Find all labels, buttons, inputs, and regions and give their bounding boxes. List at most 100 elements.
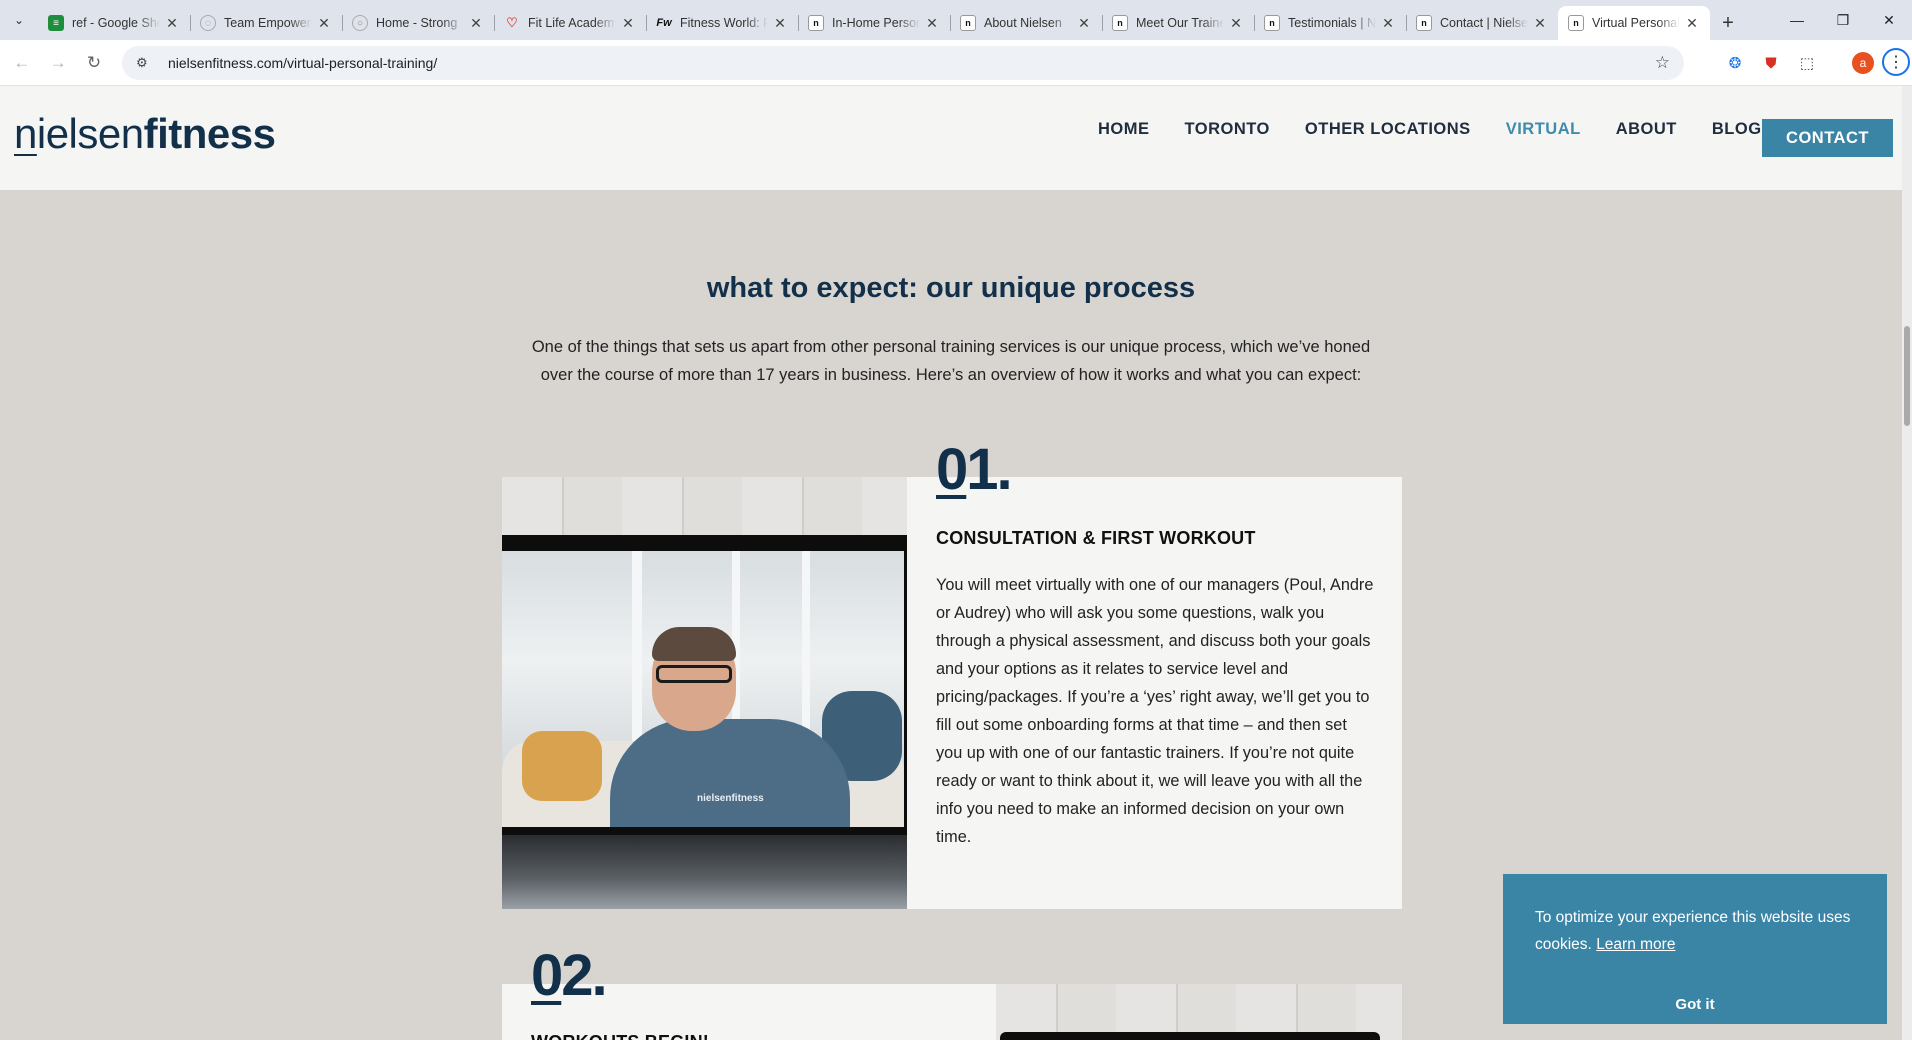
close-tab-icon[interactable]: ✕ — [772, 15, 788, 32]
step-2-number-digit-b: 2. — [561, 943, 607, 1008]
cookie-accept-button[interactable]: Got it — [1503, 996, 1887, 1013]
tab-title: Virtual Personal Training — [1592, 16, 1680, 30]
laptop-frame — [1000, 1032, 1380, 1040]
browser-tab[interactable]: n About Nielsen ✕ — [950, 6, 1102, 40]
n-icon: n — [960, 15, 976, 31]
step-1-number-digit-a: 0 — [936, 437, 968, 502]
close-tab-icon[interactable]: ✕ — [164, 15, 180, 32]
step-2-number-digit-a: 0 — [531, 943, 563, 1008]
section-intro: One of the things that sets us apart fro… — [531, 338, 1371, 384]
tab-title: Fitness World: Fitness — [680, 16, 768, 30]
step-2-heading: WORKOUTS BEGIN! — [531, 1032, 709, 1040]
tab-title: Team Empowerment — [224, 16, 312, 30]
step-1-number-digit-b: 1. — [966, 437, 1012, 502]
person-glasses — [656, 665, 732, 683]
browser-tab[interactable]: ≡ ref - Google Sheets ✕ — [38, 6, 190, 40]
bookmark-star-icon[interactable]: ☆ — [1655, 53, 1670, 73]
nav-about[interactable]: ABOUT — [1616, 120, 1677, 139]
browser-menu-icon[interactable]: ⋮ — [1882, 48, 1910, 76]
nav-other-locations[interactable]: OTHER LOCATIONS — [1305, 120, 1471, 139]
site-header: nielsenfitness HOME TORONTO OTHER LOCATI… — [0, 86, 1902, 190]
n-icon: n — [1112, 15, 1128, 31]
close-window-icon[interactable]: ✕ — [1866, 0, 1912, 40]
pillow-orange — [522, 731, 602, 801]
avatar-letter: a — [1852, 52, 1874, 74]
fw-icon: Fw — [656, 17, 672, 29]
step-1-photo: nielsenfitness — [502, 477, 907, 909]
cookie-message-text: To optimize your experience this website… — [1535, 909, 1851, 953]
laptop-screen: nielsenfitness — [502, 551, 904, 827]
scrollbar-thumb[interactable] — [1904, 326, 1910, 426]
tab-title: Contact | Nielsen — [1440, 16, 1528, 30]
window-controls: — ❐ ✕ — [1774, 0, 1912, 40]
browser-tab[interactable]: n Contact | Nielsen ✕ — [1406, 6, 1558, 40]
browser-tab[interactable]: ◌ Team Empowerment ✕ — [190, 6, 342, 40]
n-icon: n — [808, 15, 824, 31]
step-1-number: 01. — [936, 436, 1013, 503]
forward-arrow-icon[interactable]: → — [40, 45, 76, 81]
tab-search-chevron-icon[interactable]: ⌄ — [0, 0, 38, 40]
logo-part-1: n — [14, 110, 37, 157]
site-logo[interactable]: nielsenfitness — [14, 110, 276, 158]
browser-tab[interactable]: ♡ Fit Life Academy ✕ — [494, 6, 646, 40]
page-scrollbar[interactable] — [1902, 86, 1912, 1040]
close-tab-icon[interactable]: ✕ — [1684, 15, 1700, 32]
section-title: what to expect: our unique process — [706, 272, 1196, 304]
browser-tab[interactable]: n Virtual Personal Training ✕ — [1558, 6, 1710, 40]
close-tab-icon[interactable]: ✕ — [1380, 15, 1396, 32]
reload-icon[interactable]: ↻ — [76, 45, 112, 81]
shirt-logo-text: nielsenfitness — [697, 793, 764, 804]
browser-tab[interactable]: n Testimonials | Nielsen ✕ — [1254, 6, 1406, 40]
browser-tab[interactable]: Fw Fitness World: Fitness ✕ — [646, 6, 798, 40]
contact-button[interactable]: CONTACT — [1762, 119, 1893, 157]
tab-title: In-Home Personal — [832, 16, 920, 30]
n-icon: n — [1264, 15, 1280, 31]
step-1-heading: CONSULTATION & FIRST WORKOUT — [936, 528, 1256, 548]
extensions-puzzle-icon[interactable]: ⬚ — [1792, 48, 1822, 78]
tab-title: Fit Life Academy — [528, 16, 616, 30]
sheets-icon: ≡ — [48, 15, 64, 31]
close-tab-icon[interactable]: ✕ — [316, 15, 332, 32]
browser-tab[interactable]: n In-Home Personal ✕ — [798, 6, 950, 40]
tab-title: Testimonials | Nielsen — [1288, 16, 1376, 30]
address-bar[interactable]: ⚙ nielsenfitness.com/virtual-personal-tr… — [122, 46, 1684, 80]
nav-virtual[interactable]: VIRTUAL — [1506, 120, 1581, 139]
nav-blog[interactable]: BLOG — [1712, 120, 1762, 139]
close-tab-icon[interactable]: ✕ — [1228, 15, 1244, 32]
new-tab-button[interactable]: + — [1710, 6, 1746, 40]
close-tab-icon[interactable]: ✕ — [468, 15, 484, 32]
person-hair — [652, 627, 736, 661]
nav-toronto[interactable]: TORONTO — [1185, 120, 1270, 139]
minimize-icon[interactable]: — — [1774, 0, 1820, 40]
main-navigation: HOME TORONTO OTHER LOCATIONS VIRTUAL ABO… — [1098, 120, 1797, 139]
url-text[interactable]: nielsenfitness.com/virtual-personal-trai… — [168, 55, 437, 71]
close-tab-icon[interactable]: ✕ — [1532, 15, 1548, 32]
cookie-banner: To optimize your experience this website… — [1503, 874, 1887, 1024]
step-1-body: You will meet virtually with one of our … — [936, 576, 1374, 846]
step-2-number: 02. — [531, 942, 608, 1009]
heart-icon: ♡ — [506, 15, 518, 30]
logo-part-2: ielsen — [36, 110, 144, 157]
browser-toolbar: ← → ↻ ⚙ nielsenfitness.com/virtual-perso… — [0, 40, 1912, 86]
close-tab-icon[interactable]: ✕ — [620, 15, 636, 32]
extension-icon-blue[interactable]: ❂ — [1720, 48, 1750, 78]
close-tab-icon[interactable]: ✕ — [1076, 15, 1092, 32]
browser-tab-strip: ⌄ ≡ ref - Google Sheets ✕ ◌ Team Empowerment… — [0, 0, 1912, 40]
n-icon: n — [1568, 15, 1584, 31]
laptop-keyboard — [502, 835, 907, 909]
close-tab-icon[interactable]: ✕ — [924, 15, 940, 32]
browser-tab[interactable]: n Meet Our Trainers ✕ — [1102, 6, 1254, 40]
learn-more-link[interactable]: Learn more — [1596, 936, 1675, 953]
person-shirt — [610, 719, 850, 827]
nav-home[interactable]: HOME — [1098, 120, 1150, 139]
extension-shield-icon[interactable]: ⛊ — [1756, 48, 1786, 78]
logo-part-3: fitness — [143, 110, 276, 157]
restore-icon[interactable]: ❐ — [1820, 0, 1866, 40]
tab-list: ≡ref - Google Sheets✕◌Team Empowerment✕○… — [38, 0, 1710, 40]
window-pane — [802, 551, 810, 751]
site-settings-icon[interactable]: ⚙ — [136, 55, 156, 71]
browser-tab[interactable]: ○ Home - Strong ✕ — [342, 6, 494, 40]
profile-avatar[interactable]: a — [1848, 48, 1878, 78]
back-arrow-icon[interactable]: ← — [4, 45, 40, 81]
step-2-photo — [996, 984, 1402, 1040]
